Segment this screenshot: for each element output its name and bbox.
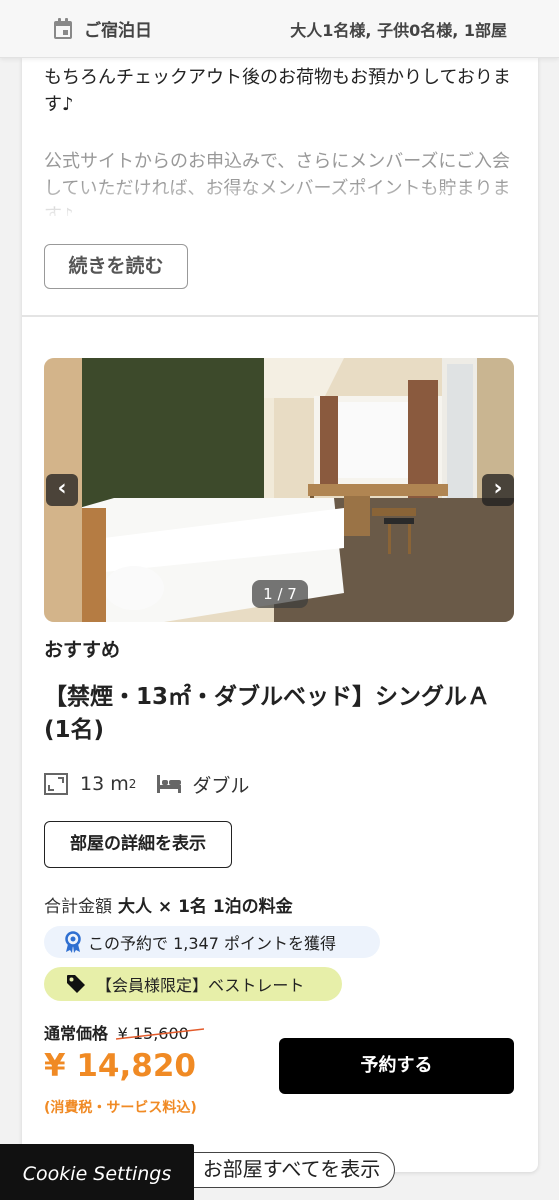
- section-divider: [22, 315, 538, 317]
- total-price-label: 合計金額 大人 × 1名 1泊の料金: [44, 892, 293, 917]
- best-rate-badge: 【会員様限定】ベストレート: [44, 967, 342, 1001]
- award-ribbon-icon: [65, 931, 81, 953]
- bed-icon: [157, 775, 182, 793]
- photo-counter: 1 / 7: [252, 580, 308, 608]
- stay-summary-bar[interactable]: ご宿泊日 大人1名様, 子供0名様, 1部屋: [0, 0, 559, 58]
- room-name: 【禁煙・13㎡・ダブルベッド】シングルＡ(1名): [44, 684, 491, 743]
- price-tag-icon: [67, 975, 85, 993]
- room-details-button[interactable]: 部屋の詳細を表示: [44, 821, 232, 868]
- room-card: もちろんチェックアウト後のお荷物もお預かりしております♪ 公式サイトからのお申込…: [22, 58, 538, 1172]
- points-text: この予約で 1,347 ポイントを獲得: [88, 934, 336, 953]
- best-rate-text: 【会員様限定】ベストレート: [96, 976, 305, 995]
- strikethrough-line: [115, 1028, 204, 1040]
- hotel-description-text: もちろんチェックアウト後のお荷物もお預かりしております♪: [44, 67, 511, 115]
- room-size-icon: [44, 773, 68, 795]
- chevron-left-icon: ‹: [57, 476, 67, 501]
- regular-price: 通常価格 ¥ 15,600: [44, 1020, 204, 1044]
- read-more-button[interactable]: 続きを読む: [44, 244, 188, 289]
- regular-price-label: 通常価格: [44, 1024, 109, 1043]
- room-size-value: 13 m: [80, 773, 129, 795]
- regular-price-value: ¥ 15,600: [115, 1024, 204, 1043]
- chevron-right-icon: ›: [493, 476, 503, 501]
- cookie-settings-button[interactable]: Cookie Settings: [0, 1144, 194, 1200]
- guest-summary[interactable]: 大人1名様, 子供0名様, 1部屋: [290, 17, 507, 41]
- description-fade-overlay: [22, 182, 538, 222]
- room-specs: 13 m2 ダブル: [44, 770, 249, 798]
- prev-photo-button[interactable]: ‹: [46, 474, 78, 506]
- bed-type: ダブル: [192, 774, 250, 797]
- book-button[interactable]: 予約する: [279, 1038, 514, 1094]
- next-photo-button[interactable]: ›: [482, 474, 514, 506]
- total-label: 合計金額: [44, 897, 112, 917]
- recommended-tag: おすすめ: [44, 639, 121, 661]
- points-badge: この予約で 1,347 ポイントを獲得: [44, 926, 380, 958]
- calendar-icon: [52, 17, 74, 45]
- discounted-price: ¥ 14,820: [44, 1048, 196, 1084]
- stay-date-label: ご宿泊日: [84, 21, 152, 41]
- tax-note: (消費税・サービス料込): [44, 1100, 197, 1116]
- total-detail: 大人 × 1名 1泊の料金: [118, 897, 293, 917]
- room-size-unit-exponent: 2: [128, 777, 137, 791]
